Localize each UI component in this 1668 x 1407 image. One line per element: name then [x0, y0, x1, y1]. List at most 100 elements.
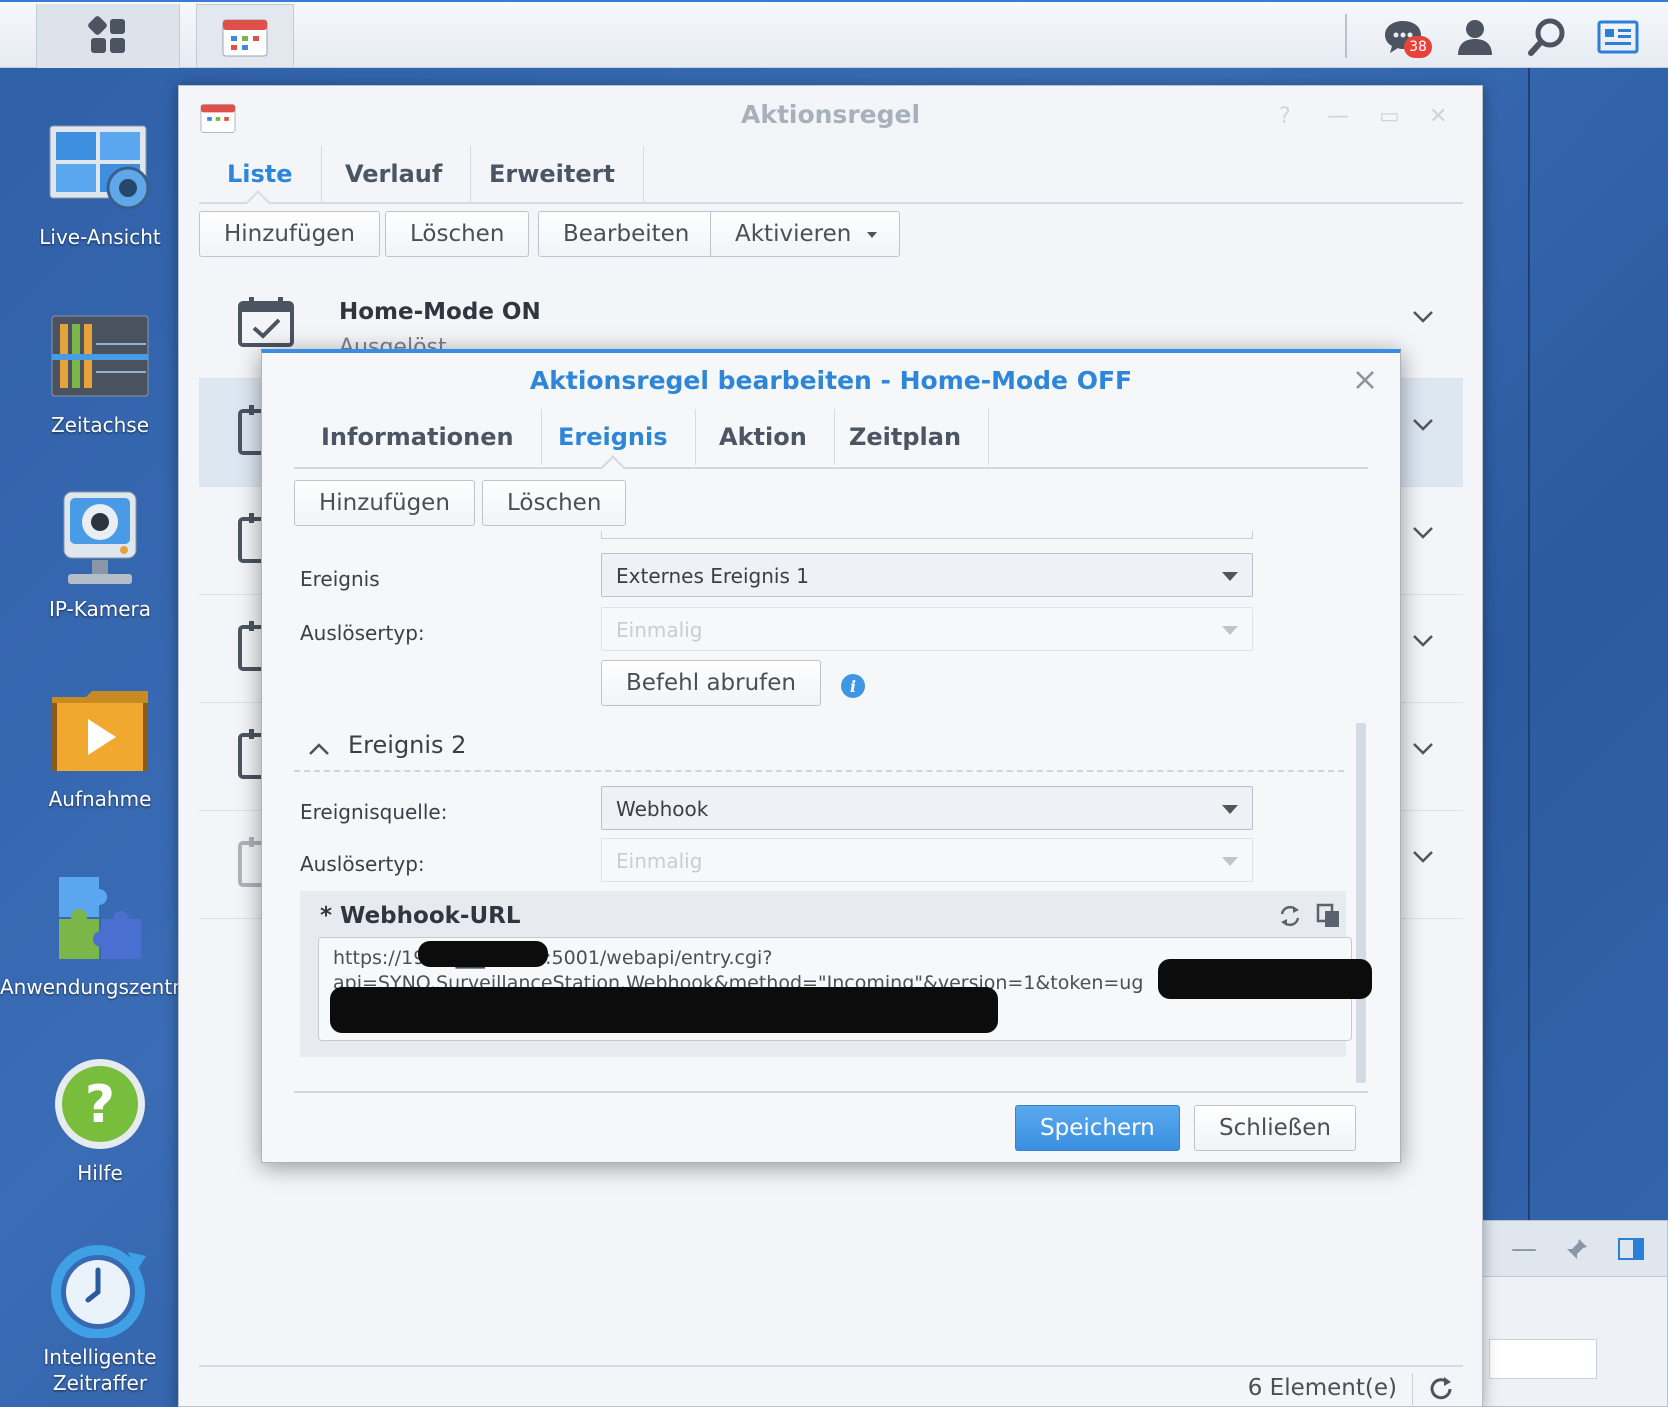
add-button[interactable]: Hinzufügen [199, 211, 380, 257]
event-select[interactable]: Externes Ereignis 1 [601, 553, 1253, 597]
calendar-icon [222, 19, 268, 57]
info-icon[interactable]: i [840, 673, 866, 699]
save-button[interactable]: Speichern [1015, 1105, 1180, 1151]
timeline-icon [51, 315, 149, 397]
close-button[interactable]: Schließen [1194, 1105, 1356, 1151]
delete-event-button[interactable]: Löschen [482, 480, 627, 526]
desktop-icon-recording[interactable]: Aufnahme [0, 680, 200, 812]
webhook-url-section: * Webhook-URL https://192.1██.22.22:5001… [300, 891, 1372, 1057]
dialog-footer-divider [294, 1091, 1368, 1093]
main-tabs: Liste Verlauf Erweitert [199, 146, 1463, 216]
main-menu-icon [88, 16, 125, 53]
desktop-icon-live-view[interactable]: Live-Ansicht [0, 118, 200, 250]
panel-toggle-icon[interactable] [1617, 1237, 1645, 1261]
desktop-icon-label: Zeitraffer [52, 1371, 148, 1395]
window-footer: 6 Element(e) [199, 1365, 1463, 1407]
ip-camera-icon [63, 491, 137, 584]
desktop-icon-label: Aufnahme [48, 787, 152, 811]
desktop-icon-ip-camera[interactable]: IP-Kamera [0, 490, 200, 622]
dialog-tabs: Informationen Ereignis Aktion Zeitplan [294, 409, 1368, 481]
footer-separator [1412, 1373, 1413, 1405]
item-count: 6 Element(e) [1247, 1375, 1397, 1401]
regenerate-icon[interactable] [1277, 903, 1303, 929]
event-source-select[interactable]: Webhook [601, 786, 1253, 830]
webhook-url-title: * Webhook-URL [320, 903, 521, 929]
chevron-up-icon[interactable] [308, 741, 330, 757]
desktop-icon-label: Hilfe [77, 1161, 123, 1185]
tab-history[interactable]: Verlauf [317, 146, 472, 202]
timelapse-clock-icon [51, 1245, 146, 1338]
caret-down-icon [867, 232, 878, 238]
svg-text:i: i [850, 677, 856, 696]
desktop-icon-timeline[interactable]: Zeitachse [0, 306, 200, 438]
delete-button[interactable]: Löschen [385, 211, 530, 257]
caret-down-icon [1222, 572, 1238, 581]
pin-icon[interactable] [1565, 1237, 1589, 1261]
refresh-icon[interactable] [1427, 1375, 1455, 1403]
trigger-type-value: Einmalig [616, 618, 703, 642]
desktop-icon-label: Intelligente [43, 1345, 157, 1369]
trigger-type-select: Einmalig [601, 838, 1253, 882]
desktop-icon-label: Zeitachse [50, 413, 150, 437]
scrolled-field-edge [601, 531, 1253, 539]
maximize-icon[interactable]: ▭ [1379, 104, 1400, 129]
close-icon[interactable] [1354, 369, 1376, 391]
fetch-command-button[interactable]: Befehl abrufen [601, 660, 822, 706]
event-label: Ereignis [300, 567, 380, 591]
event2-section-title[interactable]: Ereignis 2 [348, 731, 466, 759]
desktop-icon-help[interactable]: ? Hilfe [0, 1054, 200, 1186]
redaction-mark [1158, 959, 1372, 999]
tab-schedule[interactable]: Zeitplan [822, 409, 990, 465]
help-icon[interactable]: ? [1279, 104, 1291, 129]
activate-dropdown[interactable]: Aktivieren [710, 211, 901, 257]
edit-button[interactable]: Bearbeiten [538, 211, 715, 257]
redaction-mark [330, 987, 998, 1033]
tab-information[interactable]: Informationen [294, 409, 542, 465]
widgets-button[interactable] [1595, 14, 1641, 60]
desktop-icon-label: IP-Kamera [48, 597, 152, 621]
user-icon [1458, 20, 1492, 55]
tab-action[interactable]: Aktion [692, 409, 835, 465]
widget-content [1489, 1339, 1597, 1379]
trigger-type-value: Einmalig [616, 849, 703, 873]
trigger-type-select: Einmalig [601, 607, 1253, 651]
minimize-icon[interactable]: — [1511, 1234, 1537, 1264]
notification-badge: 38 [1404, 36, 1432, 58]
edit-rule-dialog: Aktionsregel bearbeiten - Home-Mode OFF … [261, 349, 1401, 1163]
tab-advanced[interactable]: Erweitert [461, 146, 644, 202]
chevron-down-icon[interactable] [1411, 309, 1435, 325]
taskbar: 38 [0, 0, 1668, 68]
caret-down-icon [1222, 805, 1238, 814]
search-icon [1528, 18, 1565, 56]
taskbar-action-rule-app[interactable] [196, 4, 294, 68]
user-button[interactable] [1452, 14, 1498, 60]
caret-down-icon [1222, 857, 1238, 866]
rule-title: Home-Mode ON [339, 299, 541, 325]
recording-folder-icon [52, 691, 148, 771]
search-button[interactable] [1524, 14, 1570, 60]
dialog-scrollbar[interactable] [1356, 723, 1366, 1083]
desktop-icon-label: Anwendungszentrale [0, 975, 211, 999]
chevron-down-icon[interactable] [1411, 633, 1435, 649]
puzzle-icon [59, 877, 141, 959]
widgets-icon [1597, 20, 1639, 54]
taskbar-separator [1345, 14, 1347, 58]
add-event-button[interactable]: Hinzufügen [294, 480, 475, 526]
close-icon[interactable]: ✕ [1429, 104, 1447, 129]
redaction-mark [418, 941, 548, 967]
help-icon: ? [55, 1059, 145, 1149]
minimize-icon[interactable]: — [1327, 104, 1349, 129]
chevron-down-icon[interactable] [1411, 525, 1435, 541]
chevron-down-icon[interactable] [1411, 741, 1435, 757]
activate-label: Aktivieren [735, 221, 852, 247]
trigger-type-label: Auslösertyp: [300, 621, 425, 645]
section-divider [294, 770, 1344, 772]
desktop-icon-smart-timelapse[interactable]: Intelligente Zeitraffer [0, 1240, 200, 1396]
notifications-button[interactable]: 38 [1380, 14, 1432, 60]
copy-icon[interactable] [1316, 903, 1342, 929]
chevron-down-icon[interactable] [1411, 417, 1435, 433]
main-menu-button[interactable] [36, 4, 180, 68]
dialog-title: Aktionsregel bearbeiten - Home-Mode OFF [529, 366, 1133, 395]
desktop-icon-package-center[interactable]: Anwendungszentrale [0, 868, 211, 1000]
chevron-down-icon[interactable] [1411, 849, 1435, 865]
